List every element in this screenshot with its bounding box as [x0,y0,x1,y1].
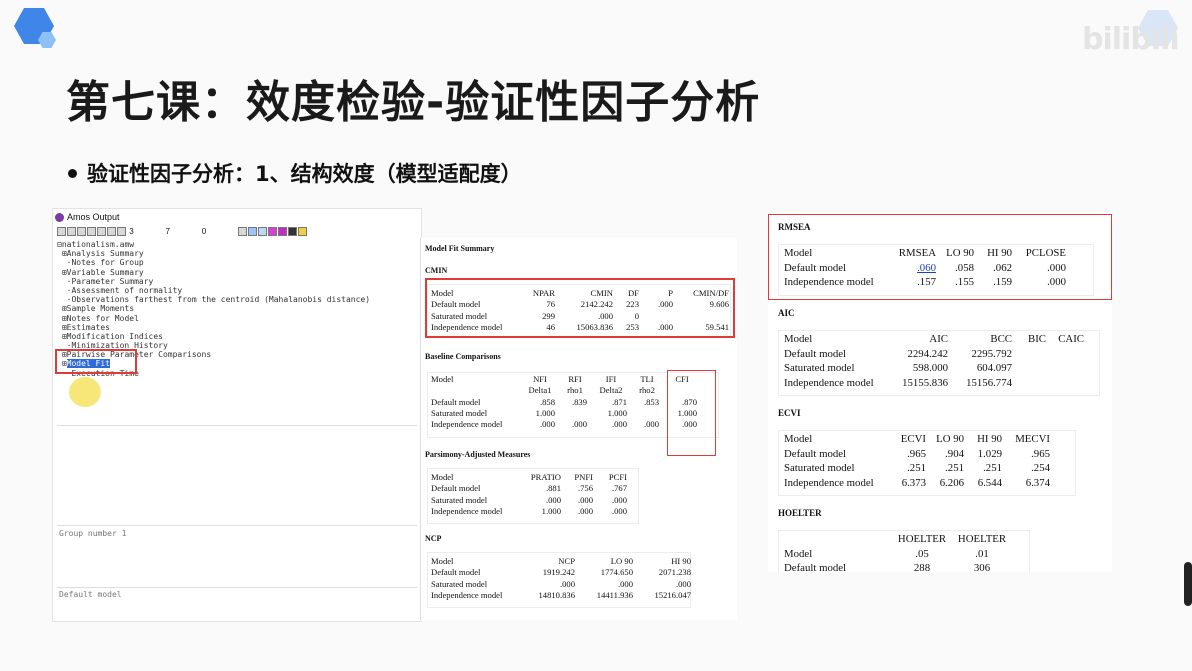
rmsea-highlight [768,214,1112,300]
tree-item[interactable]: ·Assessment of normality [57,286,370,295]
slide-title: 第七课：效度检验-验证性因子分析 [66,77,761,128]
table-row: Delta1 rho1 Delta2 rho2 [528,385,655,396]
bullet-dot-icon [68,168,77,178]
table-width-field[interactable]: 0 [202,227,236,236]
copy-icon[interactable] [97,227,106,237]
table-row: Model NCP LO 90 HI 90 [431,556,691,566]
window-title: Amos Output [55,212,120,223]
bilibili-watermark: bilibili [1082,22,1180,57]
grid-icon[interactable] [257,227,267,237]
table-row: Independence model 14810.836 14411.936 1521… [431,589,691,600]
font-icon[interactable] [287,227,297,237]
hoelter-title: HOELTER [778,508,822,518]
table-row: Model NFI RFI IFI TLI CFI [431,374,689,384]
ecvi-title: ECVI [778,408,801,418]
aic-table: Model AIC BCC BIC CAIC Default model 2294.242… [780,332,1088,391]
table-row: Saturated model .251.251.251.254 [784,462,1050,475]
tree-item[interactable]: ⊞Modification Indices [57,332,370,341]
cmin-title: CMIN [425,266,448,275]
divider [57,587,417,588]
options-icon[interactable] [117,227,126,237]
divider [57,425,417,426]
column-width-field[interactable]: 7 [165,227,199,236]
color-icon[interactable] [267,227,277,237]
table-row: Default model 288 306 [784,562,991,572]
tree-item[interactable]: ·Observations farthest from the centroid… [57,295,370,304]
baseline-table: Model NFI RFI IFI TLI CFI Delta1 rho1 Delta2 rho… [427,374,701,430]
print-icon[interactable] [67,227,76,237]
tree-item[interactable]: ⊟nationalism.amw [57,240,370,249]
table-row: Saturated model 1.000 1.000 1.000 [431,407,697,418]
model-fit-highlight [55,349,137,374]
tree-item[interactable]: ·Parameter Summary [57,277,370,286]
right-fit-pane: RMSEA Model RMSEA LO 90 HI 90 PCLOSE Default… [768,212,1112,573]
cmin-highlight [425,278,735,338]
table-row: Default model .881.756.767 [431,483,627,494]
group-label[interactable]: Group number 1 [59,529,126,538]
view-icon[interactable] [107,227,116,237]
table-row: Independence model 1.000.000.000 [431,505,627,516]
table-row: Saturated model .000.000.000 [431,578,691,589]
table-row: Default model .858.839.871.853.870 [431,396,697,407]
table-row: Model PRATIO PNFI PCFI [431,472,627,482]
table-row: Default model 1919.242 1774.650 2071.238 [431,567,691,578]
tree-item[interactable]: ⊞Analysis Summary [57,249,370,258]
divider [57,525,417,526]
amos-logo-icon [55,213,64,223]
color2-icon[interactable] [277,227,287,237]
aic-title: AIC [778,308,795,318]
tree-item[interactable]: ⊞Notes for Model [57,314,370,323]
ncp-table: Model NCP LO 90 HI 90 Default model 1919.242… [427,556,695,601]
table-row: Saturated model 598.000 604.097 [784,362,1012,375]
table-row: Independence model .000.000.000.000.000 [431,419,697,430]
ncp-title: NCP [425,534,442,543]
table-row: Default model 2294.242 2295.792 [784,347,1012,360]
parsimony-table: Model PRATIO PNFI PCFI Default model .881.75… [427,472,631,517]
decimals-field[interactable]: 3 [129,227,163,236]
hoelter-clip: Model HOELTER HOELTER .05.01 Default model… [778,530,1034,572]
summary-title: Model Fit Summary [425,244,495,253]
table-row: Model HOELTER HOELTER [784,533,1007,560]
toolbar: 3 7 0 [57,227,417,239]
cfi-highlight [667,370,716,456]
ecvi-table: Model ECVI LO 90 HI 90 MECVI Default model .9… [780,432,1054,491]
hoelter-table: Model HOELTER HOELTER .05.01 Default model… [780,532,1012,572]
model-label[interactable]: Default model [59,590,122,599]
bullet-point: 验证性因子分析：1、结构效度（模型适配度） [68,158,522,188]
amos-output-window: Amos Output 3 7 0 ⊟nationalism.amw ⊞Anal… [52,208,422,622]
bullet-text: 验证性因子分析：1、结构效度（模型适配度） [87,162,522,186]
table-row: Saturated model .000.000.000 [431,494,627,505]
tree-item[interactable]: ⊞Sample Moments [57,304,370,313]
tree-item[interactable]: ·Notes for Group [57,258,370,267]
table-row: Independence model 15155.836 15156.774 [784,377,1012,390]
baseline-title: Baseline Comparisons [425,352,501,361]
dropdown-icon[interactable] [237,227,247,237]
tree-item[interactable]: ⊞Estimates [57,323,370,332]
table-row: Default model .965.904 1.029.965 [784,447,1050,460]
new-icon[interactable] [57,227,66,237]
table-row: Model AIC BCC BIC CAIC [784,333,1084,345]
tree-item[interactable]: ⊞Variable Summary [57,268,370,277]
parsimony-title: Parsimony-Adjusted Measures [425,450,531,459]
table-view-icon[interactable] [247,227,257,237]
cursor-highlight [69,377,101,407]
help-icon[interactable] [297,227,307,237]
scrollbar-thumb[interactable] [1184,562,1192,606]
model-fit-pane: Model Fit Summary CMIN Model NPAR CMIN DF P C… [420,238,737,620]
table-row: Independence model 6.373 6.206 6.544 6.374 [784,477,1050,490]
table-row: Model ECVI LO 90 HI 90 MECVI [784,433,1050,445]
open-icon[interactable] [87,227,96,237]
preview-icon[interactable] [77,227,86,237]
